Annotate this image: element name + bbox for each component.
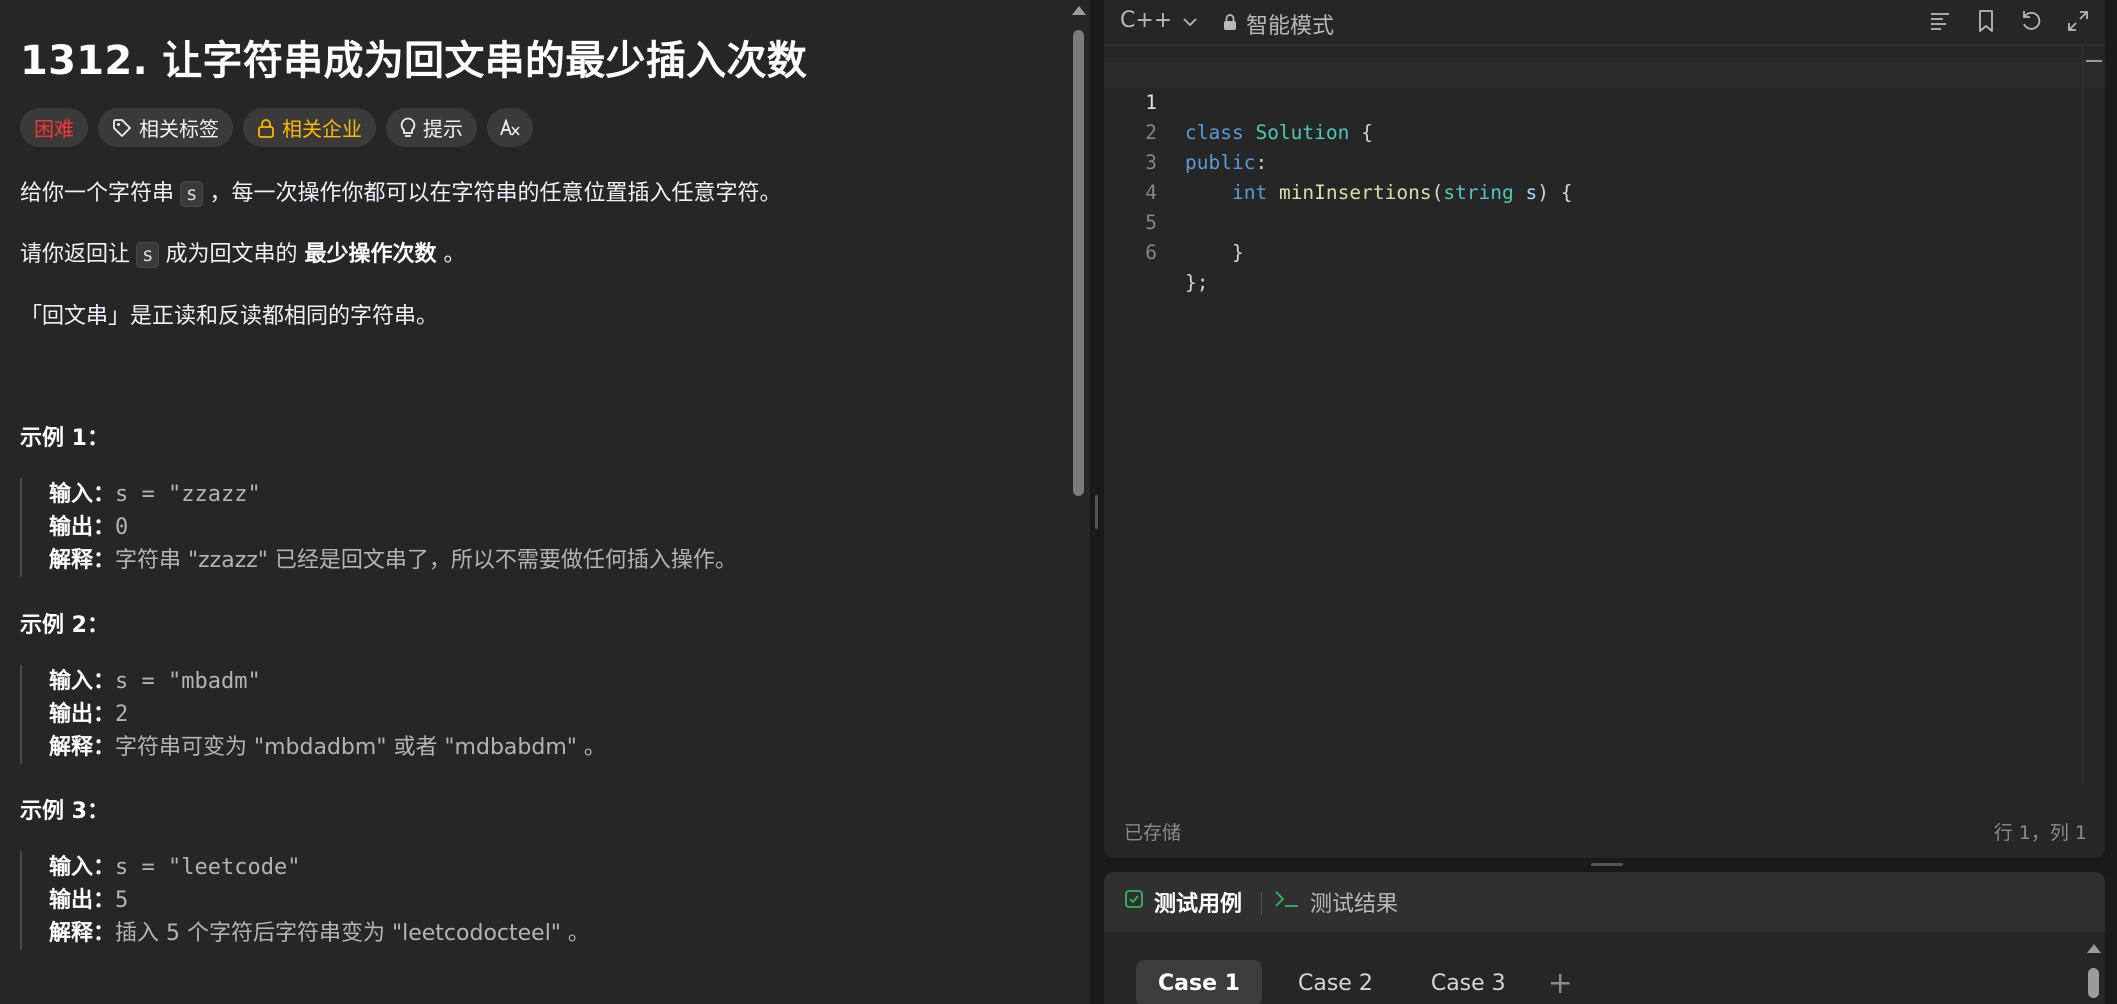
- tab-label: 测试用例: [1154, 892, 1243, 917]
- editor-scrollbar[interactable]: [2082, 46, 2105, 786]
- tab-label: 测试结果: [1310, 892, 1399, 917]
- related-companies-button[interactable]: 相关企业: [243, 108, 376, 147]
- problem-title: 1312. 让字符串成为回文串的最少插入次数: [20, 38, 808, 84]
- example-explanation: 字符串可变为 "mbdadbm" 或者 "mdbabdm" 。: [115, 735, 606, 760]
- cursor-marker: [2086, 60, 2102, 62]
- input-label: 输入：: [49, 482, 116, 507]
- splitter-grip[interactable]: [1095, 495, 1098, 529]
- output-label: 输出：: [49, 515, 116, 540]
- example-title: 示例 1：: [20, 426, 109, 451]
- code-line[interactable]: 4: [1104, 148, 2105, 204]
- editor-toolbar: C++ 智能模式: [1104, 0, 2105, 46]
- output-label: 输出：: [49, 888, 116, 913]
- case-tabs: Case 1 Case 2 Case 3 +: [1136, 960, 1573, 1004]
- splitter-grip[interactable]: [1591, 863, 1623, 866]
- emphasis-text: 最少操作次数: [304, 242, 437, 267]
- tab-test-cases[interactable]: 测试用例: [1124, 886, 1242, 918]
- chevron-down-icon: [1182, 8, 1198, 33]
- problem-tags: 困难 相关标签 相关企业 提示: [20, 108, 533, 147]
- problem-description-panel: 1312. 让字符串成为回文串的最少插入次数 困难 相关标签 相关企业 提示 给…: [0, 0, 1068, 1004]
- difficulty-label: 困难: [34, 117, 74, 141]
- tab-test-results[interactable]: 测试结果: [1274, 886, 1398, 918]
- translate-icon: [499, 117, 521, 138]
- undo-icon[interactable]: [2019, 8, 2045, 34]
- example-explanation: 字符串 "zzazz" 已经是回文串了，所以不需要做任何插入操作。: [115, 548, 737, 573]
- test-panel: 测试用例 测试结果 Case 1 Case 2 Case 3 +: [1104, 872, 2105, 1004]
- tag-icon: [112, 118, 132, 138]
- language-select[interactable]: C++: [1120, 8, 1198, 33]
- cursor-position: 行 1，列 1: [1993, 822, 2087, 844]
- fullscreen-icon[interactable]: [2065, 8, 2091, 34]
- scrollbar-thumb[interactable]: [1073, 30, 1084, 496]
- example-input: s = "zzazz": [115, 482, 261, 507]
- language-label: C++: [1120, 8, 1173, 33]
- difficulty-badge[interactable]: 困难: [20, 108, 88, 147]
- description-line-2: 请你返回让 s 成为回文串的 最少操作次数 。: [20, 242, 466, 268]
- input-label: 输入：: [49, 855, 116, 880]
- bookmark-icon[interactable]: [1973, 8, 1999, 34]
- add-case-button[interactable]: +: [1548, 966, 1573, 1001]
- mode-toggle[interactable]: 智能模式: [1222, 8, 1334, 40]
- saved-status: 已存储: [1124, 822, 1182, 844]
- lock-icon: [1222, 12, 1238, 37]
- lock-icon: [257, 118, 275, 138]
- example-block: 输入：s = "zzazz" 输出：0 解释：字符串 "zzazz" 已经是回文…: [20, 478, 949, 577]
- code-line[interactable]: 1 class Solution {: [1104, 58, 2105, 144]
- mode-label: 智能模式: [1246, 14, 1335, 39]
- explain-label: 解释：: [49, 735, 116, 760]
- line-number: 6: [1145, 241, 1157, 264]
- code-area[interactable]: 1 class Solution { 2 public: 3 int minIn…: [1104, 58, 2105, 294]
- code-line[interactable]: 5 }: [1104, 178, 2105, 264]
- example-input: s = "leetcode": [115, 855, 301, 880]
- case-tab-3[interactable]: Case 3: [1409, 960, 1528, 1004]
- example-output: 0: [115, 515, 129, 540]
- case-tab-2[interactable]: Case 2: [1276, 960, 1395, 1004]
- code-editor-panel: C++ 智能模式 1 class Solution {2 public: 3 …: [1104, 0, 2105, 858]
- example-output: 5: [115, 888, 129, 913]
- scrollbar-thumb[interactable]: [2088, 968, 2099, 998]
- description-line-1: 给你一个字符串 s ，每一次操作你都可以在字符串的任意位置插入任意字符。: [20, 181, 782, 207]
- example-output: 2: [115, 702, 129, 727]
- inline-code-s: s: [136, 242, 160, 268]
- inline-code-s: s: [180, 181, 204, 207]
- test-panel-scrollbar[interactable]: [2083, 932, 2105, 1004]
- input-label: 输入：: [49, 669, 116, 694]
- terminal-icon: [1274, 889, 1300, 915]
- translate-button[interactable]: [487, 108, 533, 147]
- example-explanation: 插入 5 个字符后字符串变为 "leetcodocteel" 。: [115, 921, 590, 946]
- case-tab-1[interactable]: Case 1: [1136, 960, 1262, 1004]
- code-line[interactable]: 6 };: [1104, 208, 2105, 294]
- editor-toolbar-icons: [1927, 8, 2091, 34]
- code-line[interactable]: 3 int minInsertions(string s) {: [1104, 118, 2105, 204]
- format-icon[interactable]: [1927, 8, 1953, 34]
- test-panel-header: 测试用例 测试结果: [1104, 872, 2105, 932]
- output-label: 输出：: [49, 702, 116, 727]
- hint-button[interactable]: 提示: [386, 108, 477, 147]
- scroll-up-arrow-icon[interactable]: [1072, 6, 1086, 15]
- related-tags-button[interactable]: 相关标签: [98, 108, 233, 147]
- horizontal-splitter[interactable]: [1104, 858, 2105, 872]
- hint-label: 提示: [423, 117, 463, 141]
- tab-divider: [1261, 892, 1262, 914]
- vertical-splitter[interactable]: [1090, 0, 1104, 1004]
- lightbulb-icon: [400, 117, 416, 139]
- checkbox-icon: [1124, 889, 1144, 915]
- example-title: 示例 3：: [20, 799, 109, 824]
- description-line-3: 「回文串」是正读和反读都相同的字符串。: [20, 304, 439, 329]
- related-companies-label: 相关企业: [282, 117, 362, 141]
- example-block: 输入：s = "leetcode" 输出：5 解释：插入 5 个字符后字符串变为…: [20, 851, 949, 950]
- example-title: 示例 2：: [20, 613, 109, 638]
- editor-status-bar: 已存储 行 1，列 1: [1104, 806, 2105, 858]
- explain-label: 解释：: [49, 921, 116, 946]
- code-line[interactable]: 2 public:: [1104, 88, 2105, 174]
- explain-label: 解释：: [49, 548, 116, 573]
- example-input: s = "mbadm": [115, 669, 261, 694]
- related-tags-label: 相关标签: [139, 117, 219, 141]
- example-block: 输入：s = "mbadm" 输出：2 解释：字符串可变为 "mbdadbm" …: [20, 665, 949, 764]
- description-scrollbar[interactable]: [1068, 0, 1090, 1004]
- scroll-up-arrow-icon[interactable]: [2087, 944, 2101, 953]
